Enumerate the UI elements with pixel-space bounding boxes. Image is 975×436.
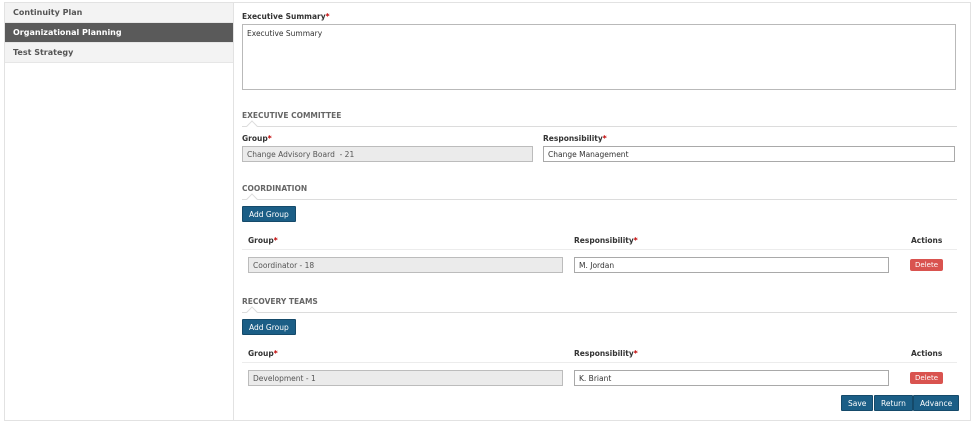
table-divider bbox=[242, 362, 957, 363]
recovery-col-responsibility: Responsibility* bbox=[574, 349, 638, 358]
executive-summary-label-text: Executive Summary bbox=[242, 12, 326, 21]
coordination-group-field[interactable] bbox=[248, 257, 563, 273]
recovery-teams-title: RECOVERY TEAMS bbox=[242, 297, 318, 306]
ec-group-label-text: Group bbox=[242, 134, 268, 143]
coordination-col-responsibility-text: Responsibility bbox=[574, 236, 634, 245]
sidebar-item-test-strategy[interactable]: Test Strategy bbox=[5, 43, 233, 63]
section-caret bbox=[246, 193, 258, 205]
save-button[interactable]: Save bbox=[841, 395, 874, 411]
coordination-header: COORDINATION bbox=[242, 184, 957, 205]
advance-button[interactable]: Advance bbox=[913, 395, 960, 411]
ec-group-label: Group* bbox=[242, 134, 272, 143]
coordination-col-group-text: Group bbox=[248, 236, 274, 245]
required-marker: * bbox=[325, 12, 330, 21]
ec-responsibility-label-text: Responsibility bbox=[543, 134, 603, 143]
section-caret bbox=[246, 120, 258, 132]
recovery-group-field[interactable] bbox=[248, 370, 563, 386]
section-caret bbox=[246, 306, 258, 318]
recovery-teams-header: RECOVERY TEAMS bbox=[242, 297, 957, 318]
recovery-col-group: Group* bbox=[248, 349, 278, 358]
coordination-col-actions: Actions bbox=[911, 236, 943, 245]
coordination-add-group-button[interactable]: Add Group bbox=[242, 206, 296, 222]
coordination-delete-button[interactable]: Delete bbox=[910, 259, 943, 271]
required-marker: * bbox=[633, 349, 638, 358]
main-form: Executive Summary* EXECUTIVE COMMITTEE G… bbox=[242, 3, 960, 420]
ec-group-field[interactable] bbox=[242, 146, 533, 162]
required-marker: * bbox=[273, 236, 278, 245]
required-marker: * bbox=[633, 236, 638, 245]
sidebar: Continuity Plan Organizational Planning … bbox=[5, 3, 234, 420]
coordination-col-responsibility: Responsibility* bbox=[574, 236, 638, 245]
executive-committee-title: EXECUTIVE COMMITTEE bbox=[242, 111, 342, 120]
required-marker: * bbox=[602, 134, 607, 143]
required-marker: * bbox=[273, 349, 278, 358]
required-marker: * bbox=[267, 134, 272, 143]
executive-committee-header: EXECUTIVE COMMITTEE bbox=[242, 111, 957, 132]
executive-summary-label: Executive Summary* bbox=[242, 12, 330, 21]
recovery-col-responsibility-text: Responsibility bbox=[574, 349, 634, 358]
recovery-teams-add-group-button[interactable]: Add Group bbox=[242, 319, 296, 335]
app-frame: Continuity Plan Organizational Planning … bbox=[4, 2, 971, 421]
ec-responsibility-field[interactable] bbox=[543, 146, 955, 162]
coordination-title: COORDINATION bbox=[242, 184, 308, 193]
coordination-responsibility-field[interactable] bbox=[574, 257, 889, 273]
coordination-col-group: Group* bbox=[248, 236, 278, 245]
recovery-col-group-text: Group bbox=[248, 349, 274, 358]
recovery-responsibility-field[interactable] bbox=[574, 370, 889, 386]
ec-responsibility-label: Responsibility* bbox=[543, 134, 607, 143]
return-button[interactable]: Return bbox=[874, 395, 913, 411]
recovery-col-actions: Actions bbox=[911, 349, 943, 358]
sidebar-item-organizational-planning[interactable]: Organizational Planning bbox=[5, 23, 233, 43]
executive-summary-textarea[interactable] bbox=[242, 24, 956, 90]
recovery-delete-button[interactable]: Delete bbox=[910, 372, 943, 384]
sidebar-item-continuity-plan[interactable]: Continuity Plan bbox=[5, 3, 233, 23]
table-divider bbox=[242, 249, 957, 250]
